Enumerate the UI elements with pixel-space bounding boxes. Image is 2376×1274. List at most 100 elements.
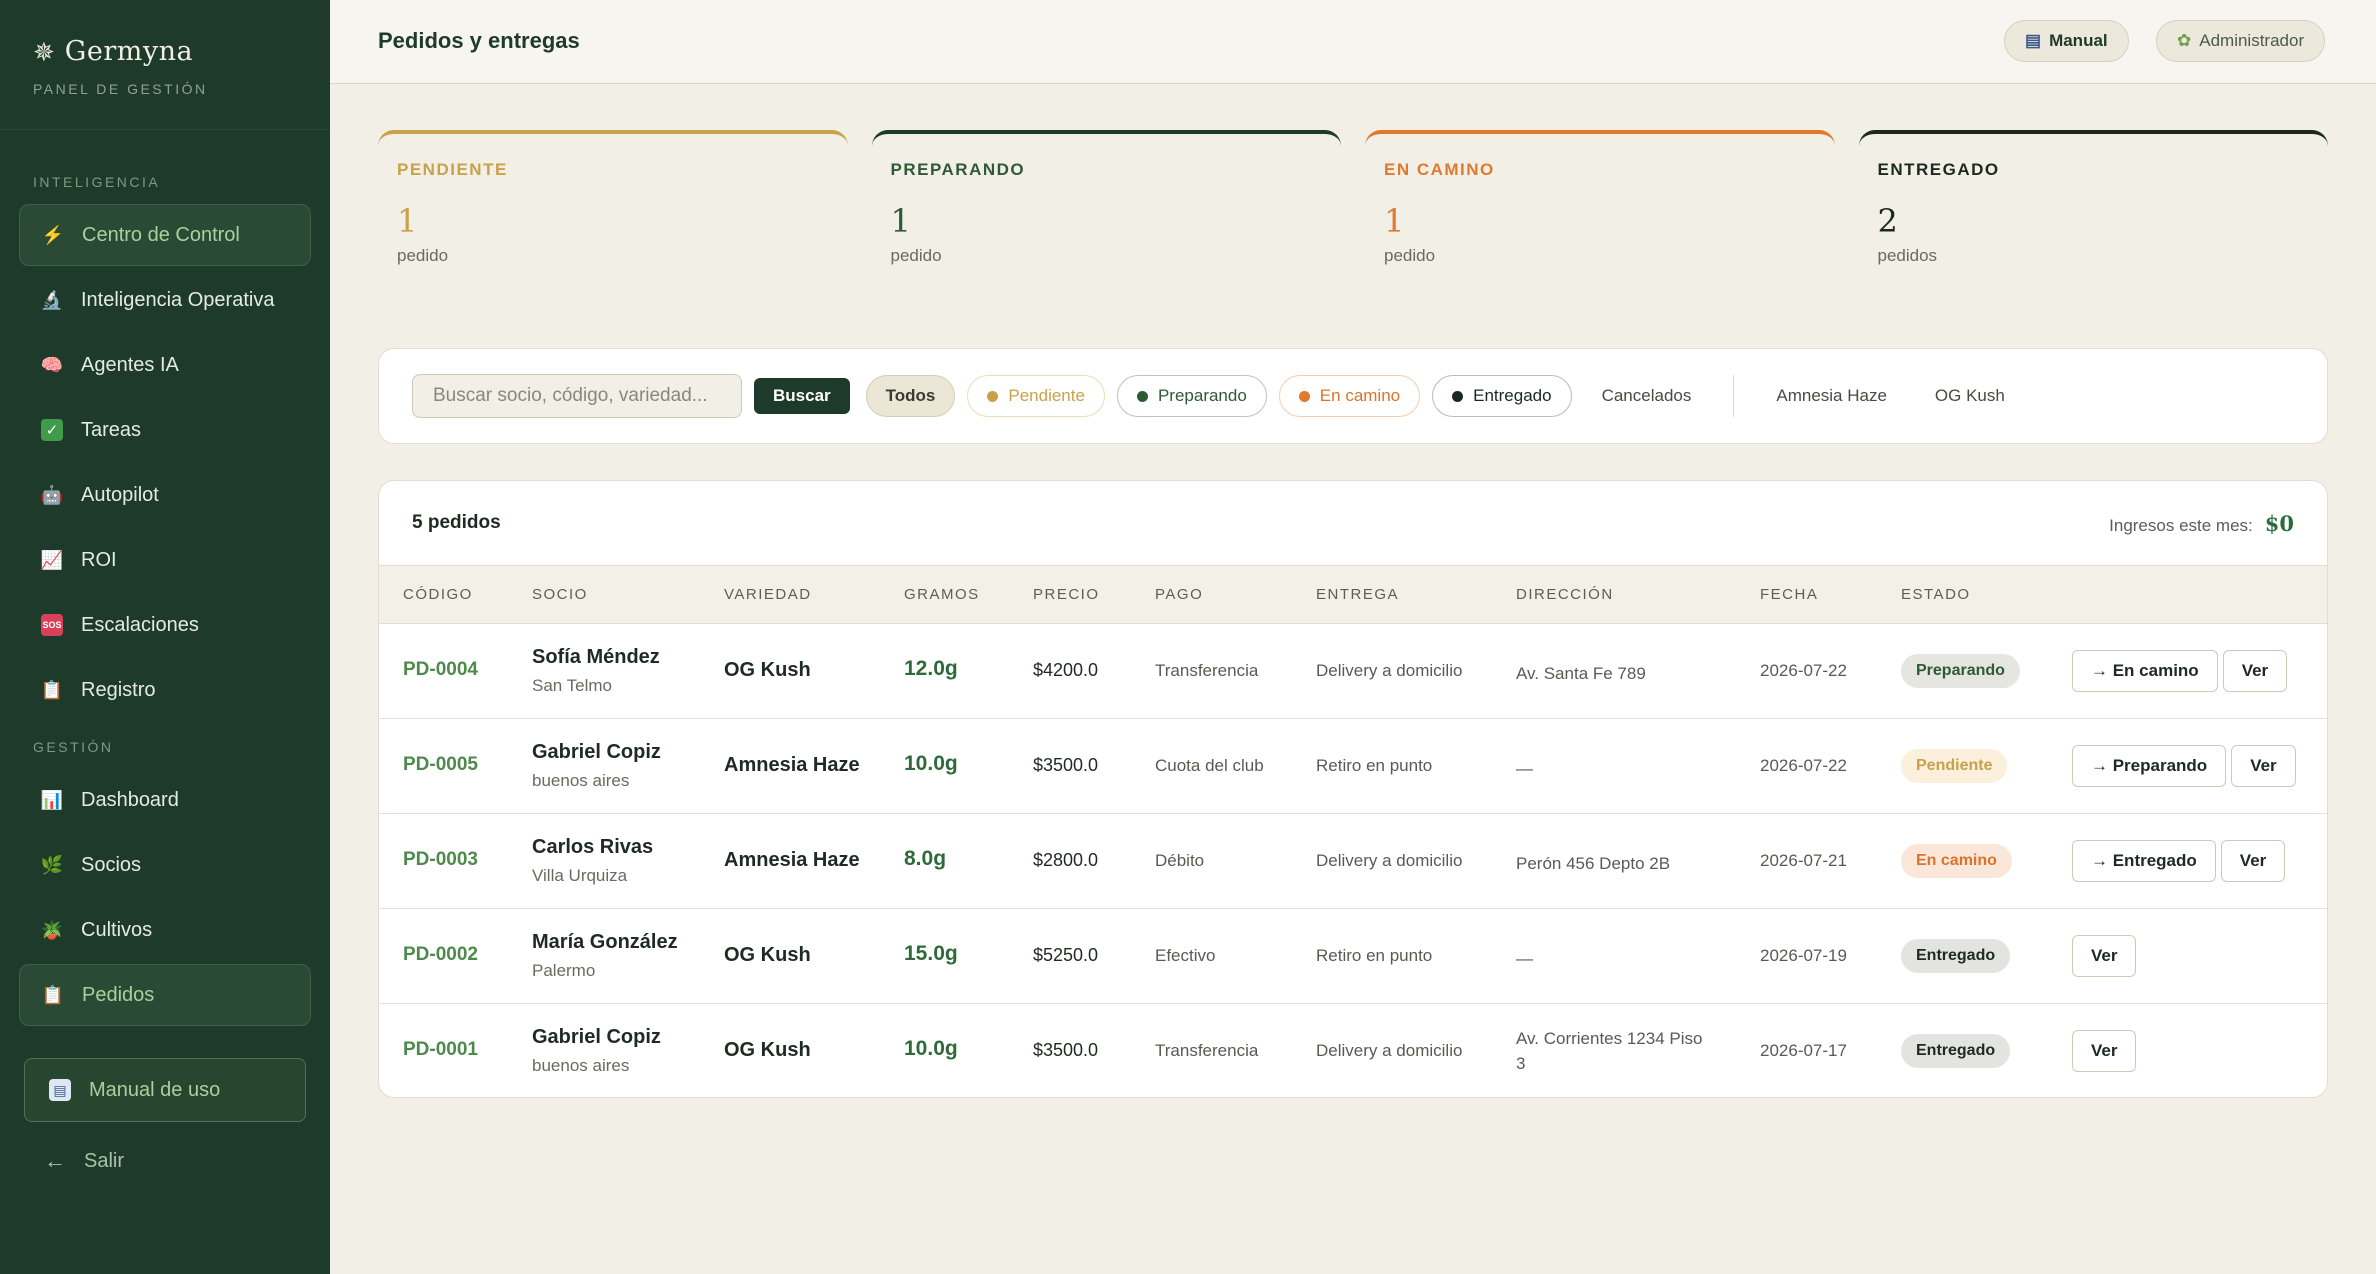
header-manual-label: Manual — [2049, 31, 2108, 50]
sidebar-item-label: Socios — [81, 853, 142, 876]
header-manual-button[interactable]: ▤ Manual — [2004, 20, 2129, 62]
stat-unit: pedido — [890, 246, 942, 265]
payment-method: Transferencia — [1155, 661, 1259, 680]
sidebar-item-autopilot[interactable]: 🤖 Autopilot — [19, 464, 311, 526]
order-code[interactable]: PD-0004 — [403, 659, 478, 681]
member-name: Gabriel Copiz — [532, 1026, 661, 1048]
column-header: DIRECCIÓN — [1516, 586, 1614, 603]
chip-label: Preparando — [1157, 386, 1247, 405]
order-code[interactable]: PD-0001 — [403, 1039, 478, 1061]
sidebar-item-label: ROI — [81, 548, 117, 571]
address: Av. Corrientes 1234 Piso 3 — [1516, 1029, 1703, 1073]
roi-icon: 📈 — [40, 549, 64, 570]
sidebar-item-label: Tareas — [81, 418, 142, 441]
status-badge: En camino — [1901, 844, 2012, 878]
admin-button[interactable]: ✿ Administrador — [2156, 20, 2326, 62]
order-date: 2026-07-17 — [1760, 1041, 1847, 1060]
dashboard-icon: 📊 — [40, 789, 64, 810]
view-order-button[interactable]: Ver — [2072, 1030, 2137, 1072]
row-actions: → En camino Ver — [2072, 650, 2288, 692]
sidebar-item-pedidos[interactable]: 📋 Pedidos — [19, 964, 311, 1026]
filter-variety-amnesia-haze[interactable]: Amnesia Haze — [1758, 375, 1905, 417]
order-code[interactable]: PD-0002 — [403, 944, 478, 966]
filter-chip-todos[interactable]: Todos — [865, 375, 956, 417]
row-actions: → Entregado Ver — [2072, 840, 2286, 882]
sidebar-item-label: Agentes IA — [81, 353, 179, 376]
socios-icon: 🌿 — [40, 854, 64, 875]
order-code[interactable]: PD-0005 — [403, 754, 478, 776]
logout-button[interactable]: ← Salir — [0, 1148, 330, 1174]
view-order-button[interactable]: Ver — [2222, 650, 2288, 692]
sidebar-item-roi[interactable]: 📈 ROI — [19, 529, 311, 591]
manual-label: Manual de uso — [89, 1078, 221, 1101]
leaf-icon: ✿ — [2177, 31, 2192, 50]
search-button[interactable]: Buscar — [754, 378, 850, 414]
sidebar-item-socios[interactable]: 🌿 Socios — [19, 834, 311, 896]
view-order-button[interactable]: Ver — [2220, 840, 2286, 882]
chip-label: Entregado — [1473, 386, 1552, 405]
status-dot-icon — [1298, 390, 1310, 402]
income-value: $0 — [2264, 510, 2294, 536]
sidebar-item-escalaciones[interactable]: SOS Escalaciones — [19, 594, 311, 656]
column-header: ESTADO — [1901, 586, 1971, 603]
row-actions: → Preparando Ver — [2072, 745, 2296, 787]
stat-label: ENTREGADO — [1877, 160, 2000, 179]
member-location: Villa Urquiza — [532, 866, 628, 885]
price: $3500.0 — [1033, 1040, 1099, 1060]
manual-button[interactable]: ▤ Manual de uso — [24, 1058, 306, 1122]
stat-count: 1 — [397, 202, 418, 240]
sidebar-item-centro-de-control[interactable]: ⚡ Centro de Control — [19, 204, 311, 266]
grams: 15.0g — [904, 942, 958, 965]
grams: 8.0g — [904, 847, 947, 870]
registro-icon: 📋 — [40, 679, 64, 700]
sidebar-item-agentes-ia[interactable]: 🧠 Agentes IA — [19, 334, 311, 396]
order-code[interactable]: PD-0003 — [403, 849, 478, 871]
status-dot-icon — [1452, 390, 1464, 402]
sidebar-item-cultivos[interactable]: 🪴 Cultivos — [19, 899, 311, 961]
pedidos-icon: 📋 — [41, 984, 65, 1005]
sidebar-item-label: Centro de Control — [82, 223, 240, 246]
stat-label: PENDIENTE — [397, 160, 508, 179]
member-name: Sofía Méndez — [532, 646, 660, 668]
variety: OG Kush — [724, 659, 811, 681]
filter-variety-og-kush[interactable]: OG Kush — [1917, 375, 2023, 417]
nav-section-inteligencia: INTELIGENCIA — [33, 174, 161, 190]
status-badge: Entregado — [1901, 1034, 2011, 1068]
filter-chip-preparando[interactable]: Preparando — [1116, 375, 1267, 417]
member-name: Gabriel Copiz — [532, 741, 661, 763]
brand-name: Germyna — [64, 36, 194, 67]
inteligencia-operativa-icon: 🔬 — [40, 289, 64, 310]
search-input[interactable] — [412, 374, 742, 418]
advance-status-button[interactable]: → En camino — [2072, 650, 2218, 692]
price: $4200.0 — [1033, 660, 1099, 680]
view-order-button[interactable]: Ver — [2072, 935, 2137, 977]
advance-status-button[interactable]: → Preparando — [2072, 745, 2227, 787]
nav-group-gestion: 📊 Dashboard 🌿 Socios 🪴 Cultivos 📋 Pedidos — [0, 769, 330, 1026]
status-summary: PENDIENTE 1 pedido PREPARANDO 1 pedido EN CAMI… — [378, 130, 2328, 300]
view-order-button[interactable]: Ver — [2231, 745, 2296, 787]
tareas-icon: ✓ — [41, 419, 63, 441]
sidebar-item-inteligencia-operativa[interactable]: 🔬 Inteligencia Operativa — [19, 269, 311, 331]
variety: Amnesia Haze — [724, 754, 860, 776]
filter-chip-pendiente[interactable]: Pendiente — [967, 375, 1105, 417]
stat-unit: pedido — [397, 246, 449, 265]
filter-chip-en-camino[interactable]: En camino — [1278, 375, 1421, 417]
delivery-type: Retiro en punto — [1316, 756, 1433, 775]
payment-method: Efectivo — [1155, 946, 1216, 965]
payment-method: Débito — [1155, 851, 1205, 870]
column-header: VARIEDAD — [724, 586, 812, 603]
filter-chip-entregado[interactable]: Entregado — [1432, 375, 1572, 417]
stat-label: PREPARANDO — [890, 160, 1026, 179]
cultivos-icon: 🪴 — [40, 919, 64, 940]
agentes-ia-icon: 🧠 — [40, 354, 64, 375]
sidebar-item-dashboard[interactable]: 📊 Dashboard — [19, 769, 311, 831]
column-header: PRECIO — [1033, 586, 1100, 603]
filter-chip-cancelados[interactable]: Cancelados — [1584, 375, 1710, 417]
advance-status-button[interactable]: → Entregado — [2072, 840, 2216, 882]
payment-method: Transferencia — [1155, 1041, 1259, 1060]
grams: 10.0g — [904, 752, 958, 775]
sidebar-item-tareas[interactable]: ✓ Tareas — [19, 399, 311, 461]
sidebar-item-label: Cultivos — [81, 918, 153, 941]
address: Av. Santa Fe 789 — [1516, 664, 1646, 683]
sidebar-item-registro[interactable]: 📋 Registro — [19, 659, 311, 721]
